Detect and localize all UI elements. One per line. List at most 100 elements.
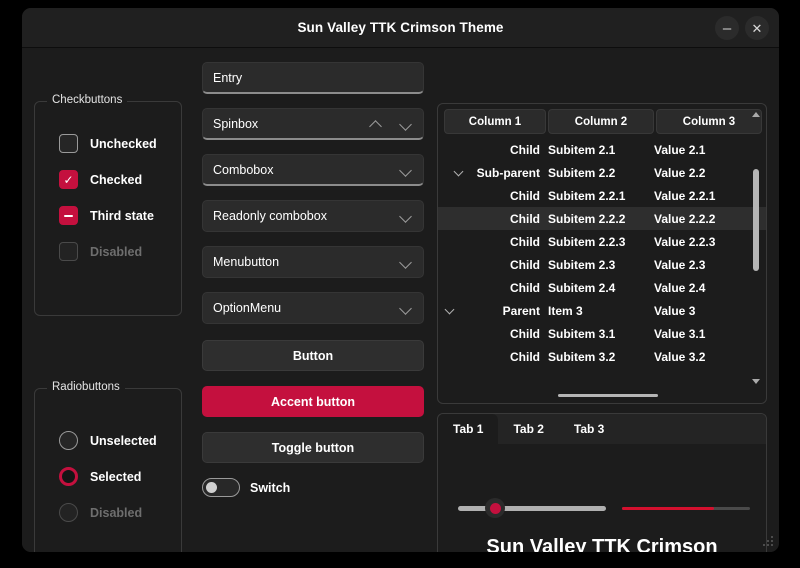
treeview-column-header-2[interactable]: Column 2 <box>548 109 654 134</box>
table-cell-text: Child <box>510 188 540 203</box>
checkbutton-disabled: Disabled <box>59 242 142 261</box>
switch-control[interactable]: Switch <box>202 478 424 497</box>
table-cell-column-2: Subitem 2.3 <box>548 257 616 272</box>
table-cell-column-2: Subitem 3.2 <box>548 349 616 364</box>
table-cell-text: Sub-parent <box>476 165 540 180</box>
slider-knob[interactable] <box>485 498 505 518</box>
tab-1[interactable]: Tab 1 <box>438 414 499 444</box>
resize-grip[interactable] <box>763 536 773 546</box>
table-cell-column-2: Item 3 <box>548 303 583 318</box>
table-cell-column-1: Child <box>438 281 548 295</box>
treeview-header: Column 1 Column 2 Column 3 <box>438 104 766 138</box>
minimize-button[interactable]: – <box>715 16 739 40</box>
optionmenu[interactable]: OptionMenu <box>202 292 424 324</box>
radiobutton-selected[interactable]: Selected <box>59 467 141 486</box>
slider-scale[interactable] <box>458 498 606 518</box>
radiobuttons-frame-title: Radiobuttons <box>47 381 125 393</box>
radiobutton-unselected[interactable]: Unselected <box>59 431 157 450</box>
table-cell-text: Child <box>510 211 540 226</box>
spinbox-up-icon[interactable] <box>369 117 383 131</box>
spinbox-field[interactable]: Spinbox <box>202 108 424 140</box>
combobox-chevron-down-icon[interactable] <box>399 163 413 177</box>
table-cell-column-2: Subitem 2.2.2 <box>548 211 626 226</box>
table-cell-column-3: Value 2.2 <box>654 165 706 180</box>
tab-2[interactable]: Tab 2 <box>498 414 558 444</box>
table-cell-text: Parent <box>502 303 540 318</box>
treeview-rows: Child Subitem 2.1 Value 2.1 Sub-parent Subit… <box>438 138 766 368</box>
treeview-column-header-3[interactable]: Column 3 <box>656 109 762 134</box>
progress-bar-fill <box>622 507 715 510</box>
table-row[interactable]: Sub-parent Subitem 2.2 Value 2.2 <box>438 161 766 184</box>
readonly-combobox-chevron-down-icon[interactable] <box>399 209 413 223</box>
switch-label: Switch <box>250 480 291 495</box>
optionmenu-label: OptionMenu <box>213 301 282 315</box>
window-body: Checkbuttons Unchecked ✓ Checked Third s… <box>22 48 779 552</box>
table-row[interactable]: Parent Item 3 Value 3 <box>438 299 766 322</box>
treeview-panel: Column 1 Column 2 Column 3 Child Subitem … <box>437 103 767 404</box>
checkbutton-checked[interactable]: ✓ Checked <box>59 170 142 189</box>
table-row[interactable]: Child Subitem 2.2.2 Value 2.2.2 <box>438 207 766 230</box>
tab-3[interactable]: Tab 3 <box>559 414 619 444</box>
table-cell-column-1: Child <box>438 350 548 364</box>
treeview-horizontal-scrollbar[interactable] <box>558 394 658 399</box>
table-cell-column-3: Value 2.2.2 <box>654 211 716 226</box>
radiobutton-disabled: Disabled <box>59 503 142 522</box>
treeview-column-header-1[interactable]: Column 1 <box>444 109 546 134</box>
table-cell-column-2: Subitem 3.1 <box>548 326 616 341</box>
table-row[interactable]: Child Subitem 3.2 Value 3.2 <box>438 345 766 368</box>
progress-bar <box>622 507 750 510</box>
table-cell-column-2: Subitem 2.2.1 <box>548 188 626 203</box>
table-cell-column-3: Value 2.4 <box>654 280 706 295</box>
table-cell-column-1: Child <box>438 235 548 249</box>
table-row[interactable]: Child Subitem 2.4 Value 2.4 <box>438 276 766 299</box>
horizontal-scrollbar-thumb[interactable] <box>558 394 658 397</box>
radio-unselected-icon <box>59 431 78 450</box>
checkbox-unchecked-icon <box>59 134 78 153</box>
checkbutton-third-state[interactable]: Third state <box>59 206 154 225</box>
table-row[interactable]: Child Subitem 2.1 Value 2.1 <box>438 138 766 161</box>
table-cell-text: Child <box>510 142 540 157</box>
table-row[interactable]: Child Subitem 2.2.3 Value 2.2.3 <box>438 230 766 253</box>
table-cell-column-1: Child <box>438 143 548 157</box>
chevron-down-icon[interactable] <box>455 168 465 178</box>
checkbutton-unchecked[interactable]: Unchecked <box>59 134 157 153</box>
spinbox-down-icon[interactable] <box>399 117 413 131</box>
checkbuttons-frame-title: Checkbuttons <box>47 94 128 106</box>
combobox-field[interactable]: Combobox <box>202 154 424 186</box>
close-button[interactable]: ✕ <box>745 16 769 40</box>
switch-toggle-icon[interactable] <box>202 478 240 497</box>
table-row[interactable]: Child Subitem 3.1 Value 3.1 <box>438 322 766 345</box>
spinbox-value: Spinbox <box>213 116 259 131</box>
table-row[interactable]: Child Subitem 2.3 Value 2.3 <box>438 253 766 276</box>
table-cell-text: Child <box>510 257 540 272</box>
menubutton-chevron-down-icon[interactable] <box>399 255 413 269</box>
radio-selected-icon <box>59 467 78 486</box>
optionmenu-chevron-down-icon[interactable] <box>399 301 413 315</box>
chevron-down-icon[interactable] <box>446 306 456 316</box>
plain-button[interactable]: Button <box>202 340 424 371</box>
scroll-down-arrow-icon[interactable] <box>752 379 760 384</box>
toggle-button[interactable]: Toggle button <box>202 432 424 463</box>
menubutton[interactable]: Menubutton <box>202 246 424 278</box>
checkbutton-third-state-label: Third state <box>90 208 154 223</box>
entry-field[interactable]: Entry <box>202 62 424 94</box>
table-cell-text: Child <box>510 349 540 364</box>
scrollbar-thumb[interactable] <box>753 169 759 271</box>
table-cell-text: Child <box>510 326 540 341</box>
radiobutton-selected-label: Selected <box>90 469 142 484</box>
readonly-combobox-field[interactable]: Readonly combobox <box>202 200 424 232</box>
readonly-combobox-value: Readonly combobox <box>213 209 327 223</box>
tab-strip: Tab 1 Tab 2 Tab 3 <box>438 414 766 444</box>
treeview-vertical-scrollbar[interactable] <box>749 110 763 386</box>
scrollbar-track[interactable] <box>749 117 763 379</box>
checkbox-disabled-icon <box>59 242 78 261</box>
table-cell-column-3: Value 2.1 <box>654 142 706 157</box>
table-cell-column-2: Subitem 2.4 <box>548 280 616 295</box>
radiobutton-unselected-label: Unselected <box>90 433 157 448</box>
window-controls: – ✕ <box>715 8 769 48</box>
accent-button[interactable]: Accent button <box>202 386 424 417</box>
table-row[interactable]: Child Subitem 2.2.1 Value 2.2.1 <box>438 184 766 207</box>
checkbuttons-frame: Checkbuttons Unchecked ✓ Checked Third s… <box>34 94 182 316</box>
combobox-value: Combobox <box>213 162 274 177</box>
window-title: Sun Valley TTK Crimson Theme <box>297 20 504 35</box>
